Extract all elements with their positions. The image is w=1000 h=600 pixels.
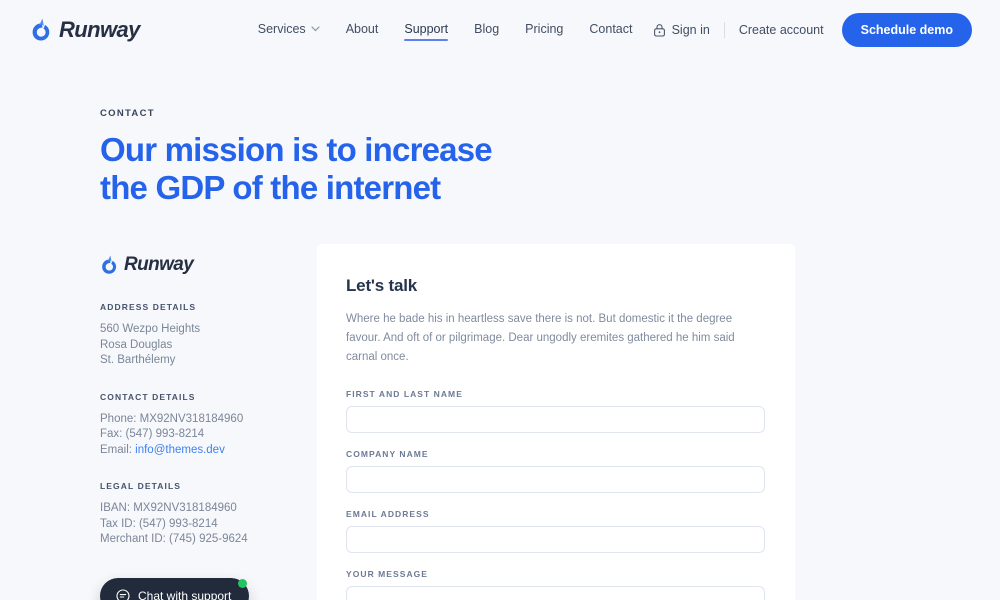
nav-item-pricing[interactable]: Pricing — [525, 22, 563, 39]
contact-content: Runway ADDRESS DETAILS 560 Wezpo Heights… — [0, 244, 1000, 600]
nav-item-label: About — [345, 21, 379, 36]
nav-item-contact[interactable]: Contact — [589, 22, 632, 39]
form-title: Let's talk — [346, 276, 418, 295]
email-prefix: Email: — [100, 443, 136, 456]
field-company-name: COMPANY NAME — [346, 449, 765, 493]
field-label: EMAIL ADDRESS — [346, 509, 430, 519]
brand-logo[interactable]: Runway — [30, 17, 140, 43]
email-link[interactable]: info@themes.dev — [135, 444, 225, 456]
site-header: Runway Services About Support Blog Prici… — [0, 0, 1000, 60]
brand-name: Runway — [59, 17, 140, 42]
nav-item-support[interactable]: Support — [404, 21, 449, 41]
header-actions: Sign in Create account Schedule demo — [653, 13, 972, 47]
fax-line: Fax: (547) 993-8214 — [100, 428, 205, 440]
address-line: 560 Wezpo Heights — [100, 323, 201, 335]
page-eyebrow: CONTACT — [100, 108, 155, 119]
merchant-id-line: Merchant ID: (745) 925-9624 — [100, 533, 248, 545]
sign-in-label: Sign in — [671, 23, 710, 37]
header-divider — [723, 22, 725, 38]
brand-name: Runway — [124, 254, 194, 275]
nav-item-label: Services — [257, 21, 306, 36]
contact-details-heading: CONTACT DETAILS — [100, 391, 196, 402]
field-your-message: YOUR MESSAGE — [346, 569, 765, 600]
runway-swoosh-cursor-icon — [32, 18, 50, 41]
field-email-address: EMAIL ADDRESS — [346, 509, 765, 553]
lock-icon — [653, 24, 665, 37]
field-first-and-last-name: FIRST AND LAST NAME — [346, 389, 765, 433]
phone-line: Phone: MX92NV318184960 — [100, 412, 244, 425]
main-nav: Services About Support Blog Pricing Cont… — [258, 21, 632, 41]
sidebar-brand-logo[interactable]: Runway — [100, 254, 290, 276]
chat-with-support-button[interactable]: Chat with support — [100, 577, 250, 600]
field-label: FIRST AND LAST NAME — [346, 389, 463, 399]
page-title-line-2: the GDP of the internet — [100, 169, 441, 206]
chat-status-dot — [238, 578, 248, 588]
email-address-input[interactable] — [346, 526, 765, 553]
nav-item-label: Support — [404, 21, 449, 36]
address-details-block: ADDRESS DETAILS 560 Wezpo Heights Rosa D… — [100, 302, 290, 369]
legal-details-heading: LEGAL DETAILS — [100, 481, 182, 491]
chat-button-label: Chat with support — [138, 588, 232, 600]
chevron-down-icon — [311, 25, 320, 31]
form-subtitle: Where he bade his in heartless save ther… — [346, 313, 735, 363]
your-message-textarea[interactable] — [346, 586, 765, 600]
nav-item-services[interactable]: Services — [258, 22, 320, 39]
nav-item-label: Pricing — [525, 21, 564, 36]
hero-section: CONTACT Our mission is to increase the G… — [0, 60, 1000, 207]
nav-item-blog[interactable]: Blog — [474, 22, 499, 39]
runway-swoosh-cursor-icon — [102, 255, 117, 274]
address-line: Rosa Douglas — [100, 338, 173, 351]
email-line: Email: info@themes.dev — [100, 443, 290, 459]
nav-item-label: Contact — [589, 21, 633, 36]
address-details-heading: ADDRESS DETAILS — [100, 302, 197, 312]
company-name-input[interactable] — [346, 466, 765, 493]
schedule-demo-button[interactable]: Schedule demo — [841, 13, 972, 47]
contact-details-block: CONTACT DETAILS Phone: MX92NV318184960 F… — [100, 392, 290, 459]
tax-id-line: Tax ID: (547) 993-8214 — [100, 517, 218, 530]
field-label: COMPANY NAME — [346, 449, 429, 459]
iban-line: IBAN: MX92NV318184960 — [100, 502, 237, 514]
chat-bubble-icon — [116, 588, 130, 600]
address-line: St. Barthélemy — [100, 354, 176, 366]
page-title-line-1: Our mission is to increase — [100, 131, 493, 168]
page-title: Our mission is to increase the GDP of th… — [100, 131, 620, 207]
first-and-last-name-input[interactable] — [346, 406, 765, 433]
contact-info-column: Runway ADDRESS DETAILS 560 Wezpo Heights… — [100, 244, 290, 600]
create-account-link[interactable]: Create account — [739, 23, 824, 37]
nav-item-about[interactable]: About — [346, 22, 379, 39]
field-label: YOUR MESSAGE — [346, 569, 429, 579]
sign-in-link[interactable]: Sign in — [653, 23, 710, 37]
nav-item-label: Blog — [474, 21, 500, 36]
contact-form-card: Let's talk Where he bade his in heartles… — [317, 244, 795, 600]
legal-details-block: LEGAL DETAILS IBAN: MX92NV318184960 Tax … — [100, 481, 290, 548]
